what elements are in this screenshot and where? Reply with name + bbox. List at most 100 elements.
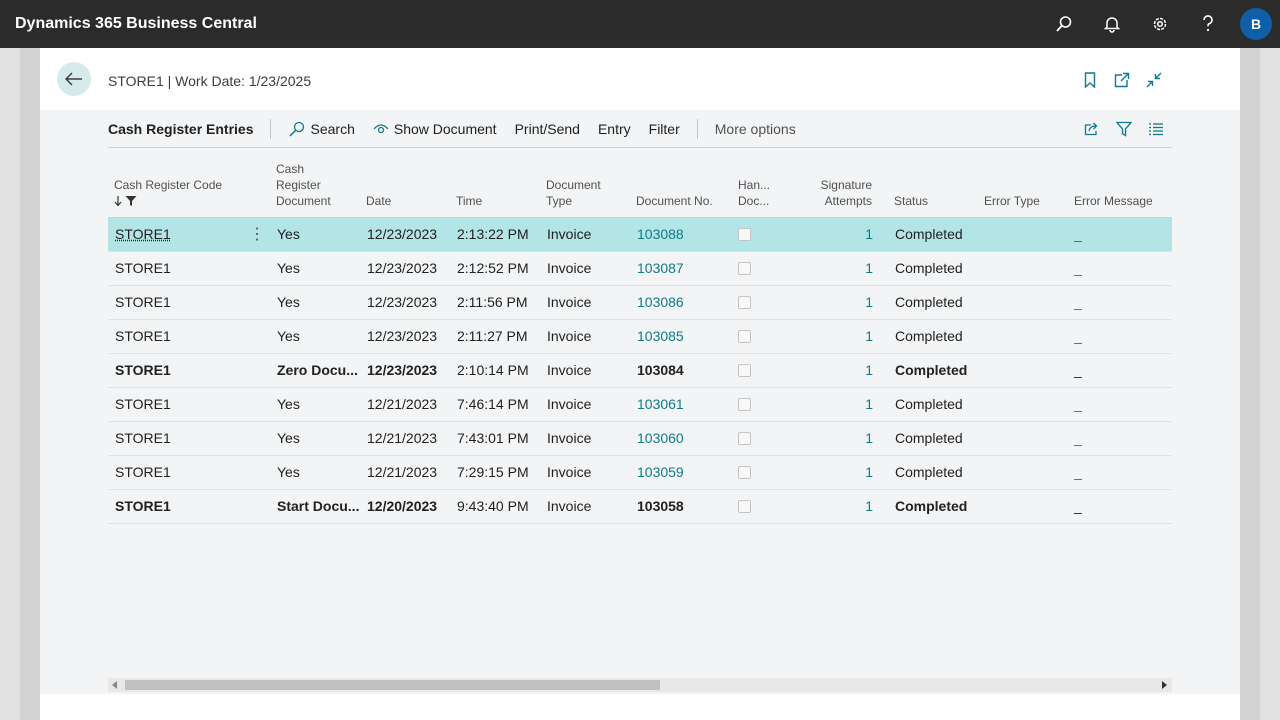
signature-attempts-cell[interactable]: 1 — [812, 320, 873, 353]
entry-menu[interactable]: Entry — [589, 110, 640, 148]
cash-register-code-cell[interactable]: STORE1 — [115, 252, 171, 285]
row-actions-icon[interactable]: ⋮ — [249, 218, 265, 251]
column-header-status[interactable]: Status — [894, 193, 928, 209]
scrollbar-thumb[interactable] — [125, 680, 660, 690]
column-header-handled-document[interactable]: Han... Doc... — [738, 177, 770, 209]
table-row[interactable]: STORE1 ⋮ Yes 12/23/2023 2:13:22 PM Invoi… — [108, 218, 1172, 252]
error-message-cell[interactable]: _ — [1074, 320, 1082, 353]
app-bar: Dynamics 365 Business Central B — [0, 0, 1280, 48]
table-row[interactable]: STORE1 Zero Docu... 12/23/2023 2:10:14 P… — [108, 354, 1172, 388]
error-message-cell[interactable]: _ — [1074, 388, 1082, 421]
collapse-icon[interactable] — [1138, 66, 1170, 94]
handled-document-checkbox[interactable] — [738, 228, 751, 241]
bell-icon[interactable] — [1088, 0, 1136, 48]
share-icon[interactable] — [1076, 110, 1108, 148]
column-header-document-no[interactable]: Document No. — [636, 193, 713, 209]
filter-icon[interactable] — [1108, 110, 1140, 148]
table-row[interactable]: STORE1 Yes 12/23/2023 2:11:27 PM Invoice… — [108, 320, 1172, 354]
document-no-link[interactable]: 103088 — [637, 218, 684, 251]
table-row[interactable]: STORE1 Yes 12/23/2023 2:11:56 PM Invoice… — [108, 286, 1172, 320]
handled-document-checkbox[interactable] — [738, 432, 751, 445]
signature-attempts-cell[interactable]: 1 — [812, 422, 873, 455]
table-row[interactable]: STORE1 Yes 12/21/2023 7:43:01 PM Invoice… — [108, 422, 1172, 456]
handled-document-checkbox[interactable] — [738, 262, 751, 275]
column-header-error-type[interactable]: Error Type — [984, 193, 1040, 209]
column-header-document-type[interactable]: Document Type — [546, 177, 601, 209]
status-cell: Completed — [895, 498, 968, 514]
search-button[interactable]: Search — [279, 110, 364, 148]
handled-document-checkbox[interactable] — [738, 500, 751, 513]
error-message-cell[interactable]: _ — [1074, 286, 1082, 319]
document-no-link[interactable]: 103060 — [637, 422, 684, 455]
sort-filter-indicator — [114, 193, 222, 209]
print-send-menu[interactable]: Print/Send — [506, 110, 589, 148]
handled-document-checkbox[interactable] — [738, 398, 751, 411]
document-no-link[interactable]: 103085 — [637, 320, 684, 353]
more-options-button[interactable]: More options — [706, 110, 805, 148]
filter-menu[interactable]: Filter — [640, 110, 689, 148]
table-row[interactable]: STORE1 Yes 12/23/2023 2:12:52 PM Invoice… — [108, 252, 1172, 286]
column-header-date[interactable]: Date — [366, 193, 391, 209]
app-title[interactable]: Dynamics 365 Business Central — [15, 15, 257, 33]
signature-attempts-cell[interactable]: 1 — [812, 286, 873, 319]
column-label: Document — [546, 178, 601, 192]
avatar[interactable]: B — [1240, 8, 1272, 40]
column-label: Cash — [276, 162, 305, 176]
document-no-link[interactable]: 103061 — [637, 388, 684, 421]
scroll-right-icon[interactable] — [1162, 681, 1167, 689]
handled-document-checkbox[interactable] — [738, 364, 751, 377]
bookmark-icon[interactable] — [1074, 66, 1106, 94]
table-row[interactable]: STORE1 Start Docu... 12/20/2023 9:43:40 … — [108, 490, 1172, 524]
signature-attempts-cell[interactable]: 1 — [812, 218, 873, 251]
column-header-error-message[interactable]: Error Message — [1074, 193, 1153, 209]
cash-register-code-cell[interactable]: STORE1 — [115, 218, 171, 251]
signature-attempts-cell[interactable]: 1 — [812, 490, 873, 523]
document-no-link[interactable]: 103059 — [637, 456, 684, 489]
table-row[interactable]: STORE1 Yes 12/21/2023 7:46:14 PM Invoice… — [108, 388, 1172, 422]
error-message-cell[interactable]: _ — [1074, 252, 1082, 285]
document-no-cell[interactable]: 103084 — [637, 354, 684, 387]
signature-attempts-cell[interactable]: 1 — [812, 456, 873, 489]
table-row[interactable]: STORE1 Yes 12/21/2023 7:29:15 PM Invoice… — [108, 456, 1172, 490]
cash-register-code-cell[interactable]: STORE1 — [115, 456, 171, 489]
signature-attempts-cell[interactable]: 1 — [812, 388, 873, 421]
handled-document-checkbox[interactable] — [738, 330, 751, 343]
column-header-cash-register-document[interactable]: Cash Register Document — [276, 161, 331, 209]
handled-document-checkbox[interactable] — [738, 296, 751, 309]
document-no-link[interactable]: 103087 — [637, 252, 684, 285]
help-icon[interactable] — [1184, 0, 1232, 48]
horizontal-scrollbar[interactable] — [108, 678, 1172, 692]
show-document-button[interactable]: Show Document — [364, 110, 506, 148]
time-cell: 2:13:22 PM — [457, 226, 529, 242]
error-message-cell[interactable]: _ — [1074, 490, 1082, 523]
signature-attempts-cell[interactable]: 1 — [812, 354, 873, 387]
column-header-time[interactable]: Time — [456, 193, 482, 209]
time-cell: 7:29:15 PM — [457, 464, 529, 480]
error-message-cell[interactable]: _ — [1074, 218, 1082, 251]
column-header-signature-attempts[interactable]: Signature Attempts — [812, 177, 872, 209]
open-new-window-icon[interactable] — [1106, 66, 1138, 94]
cash-register-code-cell[interactable]: STORE1 — [115, 388, 171, 421]
entry-label: Entry — [597, 120, 631, 137]
list-title[interactable]: Cash Register Entries — [108, 121, 262, 137]
cash-register-code-cell[interactable]: STORE1 — [115, 320, 171, 353]
signature-attempts-cell[interactable]: 1 — [812, 252, 873, 285]
error-message-cell[interactable]: _ — [1074, 422, 1082, 455]
cash-register-code-cell[interactable]: STORE1 — [115, 286, 171, 319]
column-header-cash-register-code[interactable]: Cash Register Code — [114, 177, 222, 209]
scroll-left-icon[interactable] — [112, 681, 117, 689]
back-button[interactable] — [57, 62, 91, 96]
error-message-cell[interactable]: _ — [1074, 354, 1082, 387]
document-no-cell[interactable]: 103058 — [637, 490, 684, 523]
gear-icon[interactable] — [1136, 0, 1184, 48]
error-message-cell[interactable]: _ — [1074, 456, 1082, 489]
document-no-link[interactable]: 103086 — [637, 286, 684, 319]
document-type-cell: Invoice — [547, 260, 592, 276]
date-cell: 12/21/2023 — [367, 430, 438, 446]
cash-register-code-cell[interactable]: STORE1 — [115, 490, 171, 523]
handled-document-checkbox[interactable] — [738, 466, 751, 479]
search-icon[interactable] — [1040, 0, 1088, 48]
list-view-icon[interactable] — [1140, 110, 1172, 148]
cash-register-code-cell[interactable]: STORE1 — [115, 422, 171, 455]
cash-register-code-cell[interactable]: STORE1 — [115, 354, 171, 387]
